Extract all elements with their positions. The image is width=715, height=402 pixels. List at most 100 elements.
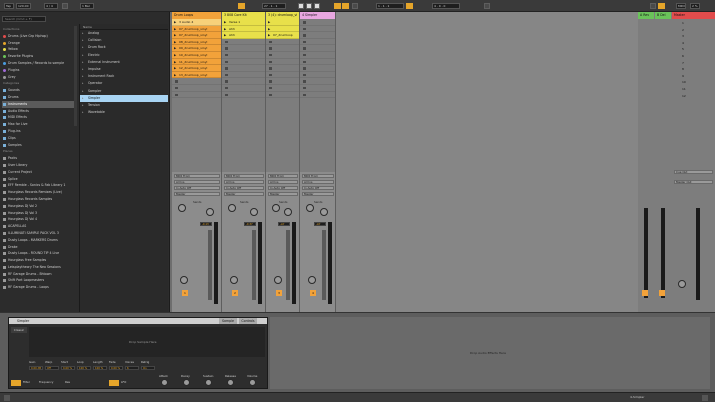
place-item[interactable]: Splice	[2, 176, 76, 183]
browser-sidebar-scrollbar[interactable]	[74, 26, 77, 126]
collection-item[interactable]: Grey	[2, 74, 76, 81]
category-item[interactable]: Drums	[2, 94, 76, 101]
master-out-select[interactable]: Master Out	[674, 180, 713, 185]
clip-slot-empty[interactable]	[300, 78, 335, 85]
clip-slot-empty[interactable]	[222, 72, 265, 79]
send-b-knob[interactable]	[206, 208, 214, 216]
clip-slot-empty[interactable]	[300, 59, 335, 66]
clip-slot-empty[interactable]	[222, 39, 265, 46]
clip-slot-filled[interactable]: 07_drumloop_vinyl	[172, 25, 221, 33]
audio-to-select[interactable]: Master	[224, 192, 264, 197]
send-a-knob[interactable]	[178, 204, 186, 212]
place-item[interactable]: Shift Part Loopmasters	[2, 277, 76, 284]
volume-value[interactable]: -inf	[278, 222, 290, 226]
volume-fader[interactable]	[252, 230, 256, 300]
scene-launch[interactable]: 9	[674, 73, 713, 79]
clip-slot-filled[interactable]: 12_drumloop_vinyl	[172, 65, 221, 72]
category-item[interactable]: MIDI Effects	[2, 114, 76, 121]
track-activator[interactable]: 4	[310, 290, 316, 296]
track-activator[interactable]: 2	[232, 290, 238, 296]
send-a-knob[interactable]	[306, 204, 314, 212]
scene-launch[interactable]: 11	[674, 86, 713, 92]
place-item[interactable]: User Library	[2, 162, 76, 169]
clip-slot-empty[interactable]	[222, 78, 265, 85]
place-item[interactable]: ACAPELLAS	[2, 223, 76, 230]
category-item[interactable]: Instruments	[2, 100, 76, 108]
envelope-knob[interactable]	[205, 379, 212, 386]
clip-slot-filled[interactable]	[266, 19, 299, 26]
category-item[interactable]: Max for Live	[2, 121, 76, 128]
instrument-item[interactable]: Sampler	[80, 88, 168, 95]
sample-param-value[interactable]: 0.00 dB	[29, 366, 43, 370]
place-item[interactable]: Hourglass Records Samples	[2, 196, 76, 203]
midi-from-select[interactable]: MIDI From	[224, 174, 264, 179]
computer-keyboard-button[interactable]	[658, 3, 665, 9]
clip-slot-filled[interactable]: 13_drumloop_vinyl	[172, 71, 221, 79]
scene-launch[interactable]: 8	[674, 66, 713, 72]
tab-sample[interactable]: Sample	[219, 318, 237, 324]
clip-slot-empty[interactable]	[300, 32, 335, 39]
clip-slot-empty[interactable]	[172, 78, 221, 85]
collection-item[interactable]: Drum Samples / Records to sample	[2, 60, 76, 67]
midi-from-select[interactable]: MIDI From	[174, 174, 220, 179]
tempo-field[interactable]: 120.00	[16, 3, 31, 9]
time-signature-field[interactable]: 4 / 4	[44, 3, 58, 9]
record-button[interactable]	[314, 3, 320, 9]
collection-item[interactable]: Favorite Plugins	[2, 53, 76, 60]
clip-slot-filled[interactable]: Verse 1	[222, 19, 265, 26]
tab-controls[interactable]: Controls	[239, 318, 257, 324]
clip-slot-empty[interactable]	[300, 92, 335, 99]
track-header[interactable]: 3 808 Core Kit	[222, 12, 265, 19]
clip-slot-empty[interactable]	[266, 78, 299, 85]
clip-slot-empty[interactable]	[222, 92, 265, 99]
pan-knob[interactable]	[180, 276, 188, 284]
monitor-select[interactable]: In Auto Off	[302, 186, 334, 191]
input-channel-select[interactable]: All Ins	[224, 180, 264, 185]
sample-param-value[interactable]: 6	[125, 366, 139, 370]
browser-toggle-icon[interactable]	[4, 395, 10, 401]
volume-fader[interactable]	[208, 230, 212, 300]
scene-launch[interactable]: 4	[674, 40, 713, 46]
instrument-item[interactable]: Analog	[80, 30, 168, 37]
collection-item[interactable]: Orange	[2, 40, 76, 47]
place-item[interactable]: Current Project	[2, 169, 76, 176]
collection-item[interactable]: Yellow	[2, 46, 76, 53]
place-item[interactable]: Hourglass DJ Vol 2	[2, 203, 76, 210]
clip-slot-empty[interactable]	[222, 45, 265, 52]
place-item[interactable]: RF Garage Drums - Bhtown	[2, 271, 76, 278]
scene-launch[interactable]: 10	[674, 79, 713, 85]
arrangement-position-field[interactable]: 27 . 1 . 1	[262, 3, 286, 9]
clip-slot-filled[interactable]: 08_drumloop_vinyl	[172, 38, 221, 46]
audio-to-select[interactable]: Master	[174, 192, 220, 197]
envelope-knob[interactable]	[249, 379, 256, 386]
place-item[interactable]: EFF Remble - Sonics & Fab Library 1	[2, 182, 76, 189]
track-activator[interactable]: 1	[182, 290, 188, 296]
clip-slot-filled[interactable]: 11_drumloop_vinyl	[172, 58, 221, 66]
return-activator[interactable]	[659, 290, 665, 296]
clip-slot-empty[interactable]	[222, 65, 265, 72]
scene-launch[interactable]: 7	[674, 60, 713, 66]
session-drop-area[interactable]	[336, 12, 638, 312]
filter-toggle[interactable]	[11, 380, 21, 386]
clip-slot-empty[interactable]	[300, 52, 335, 59]
send-b-knob[interactable]	[250, 208, 258, 216]
envelope-knob[interactable]	[227, 379, 234, 386]
instrument-item[interactable]: Operator	[80, 80, 168, 87]
clip-slot-filled[interactable]: 07_drumloop_vinyl	[172, 32, 221, 39]
category-item[interactable]: Audio Effects	[2, 108, 76, 115]
loop-switch[interactable]	[406, 3, 413, 9]
pan-knob[interactable]	[308, 276, 316, 284]
pan-knob[interactable]	[230, 276, 238, 284]
return-track-header[interactable]: A Rev	[638, 12, 654, 19]
session-record-button[interactable]	[352, 3, 358, 9]
sample-param-value[interactable]: 100 %	[93, 366, 107, 370]
track-header[interactable]: Drum Loops	[172, 12, 221, 19]
clip-slot-empty[interactable]	[300, 45, 335, 52]
place-item[interactable]: Hourglass DJ Vol 4	[2, 216, 76, 223]
track-header[interactable]: 4 Simpler	[300, 12, 335, 19]
place-item[interactable]: ILLUMINATI SAMPLE PACK VOL 3	[2, 230, 76, 237]
send-a-knob[interactable]	[272, 204, 280, 212]
midi-map-button[interactable]: MIDI	[676, 3, 686, 9]
input-channel-select[interactable]: All Ins	[268, 180, 298, 185]
volume-value[interactable]: -inf	[314, 222, 326, 226]
